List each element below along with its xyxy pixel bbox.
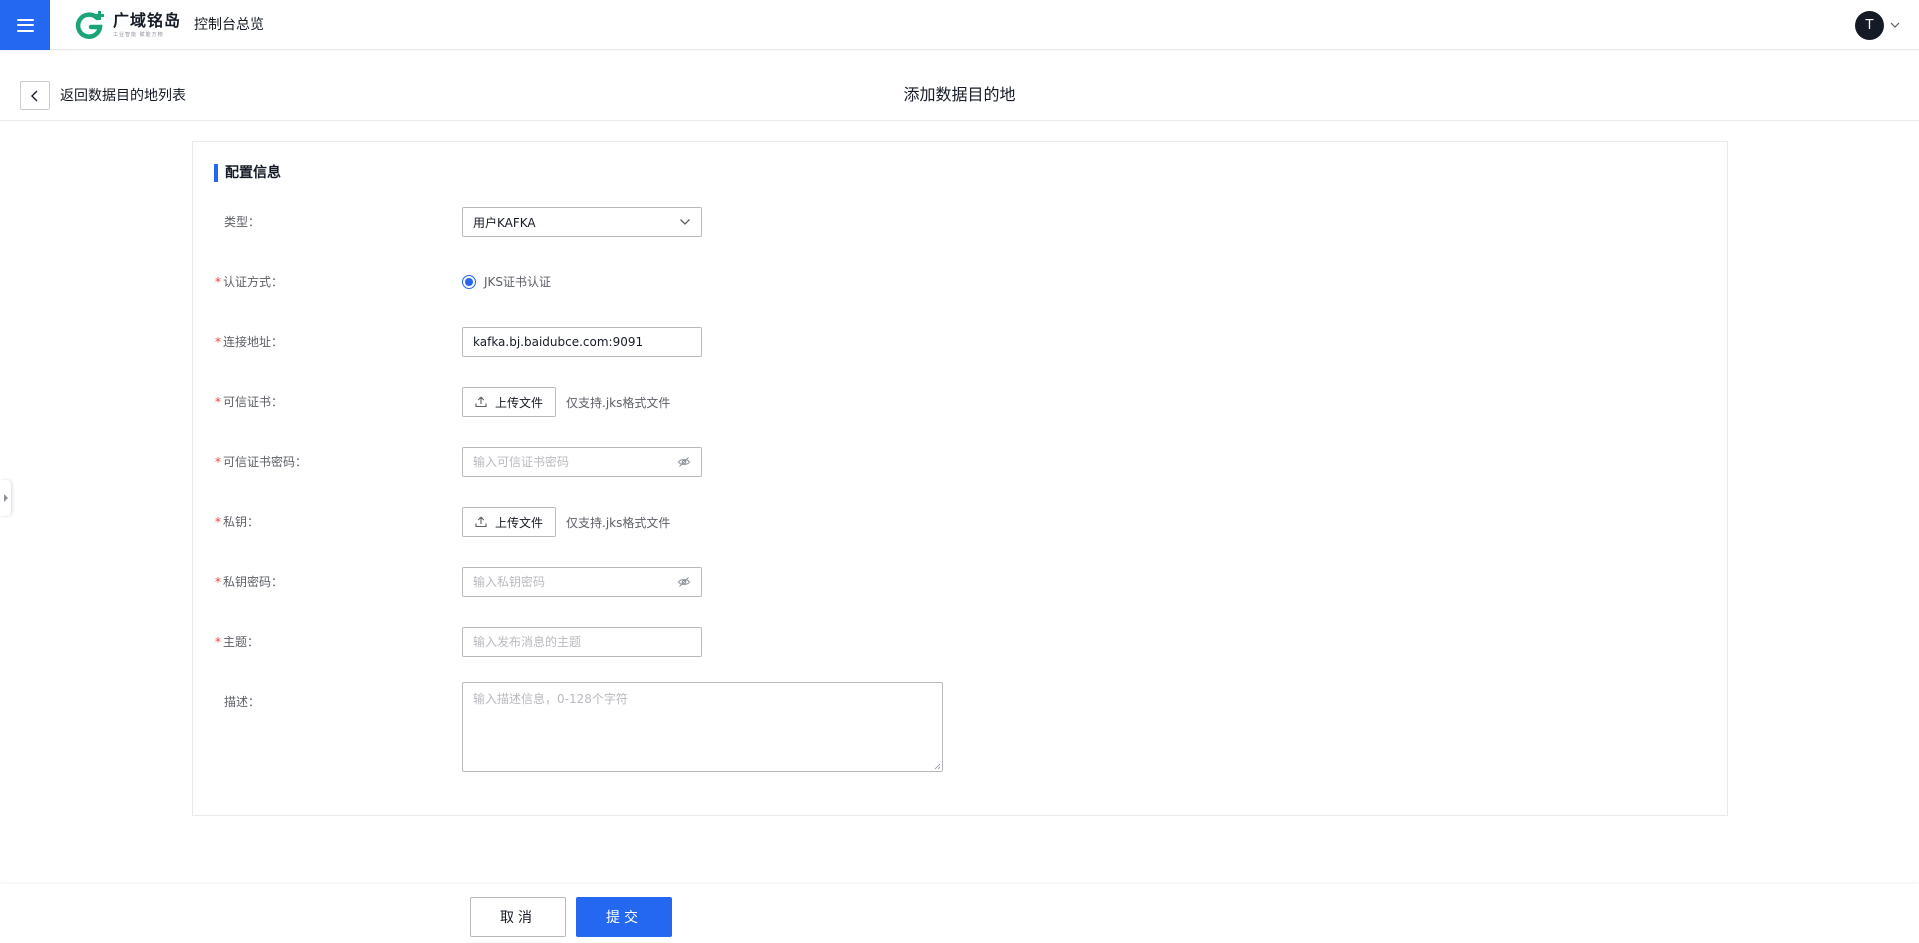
private-key-password-field[interactable] — [473, 575, 671, 589]
address-field-wrap — [462, 327, 702, 357]
type-select[interactable]: 用户KAFKA — [462, 207, 702, 237]
upload-icon — [475, 396, 487, 408]
auth-option-label: JKS证书认证 — [484, 275, 552, 289]
upload-button-label: 上传文件 — [494, 515, 543, 530]
eye-off-icon[interactable] — [677, 455, 691, 469]
brand-logo[interactable]: 广域铭岛 工业智能 赋能万物 — [75, 9, 181, 41]
address-input[interactable] — [462, 327, 702, 357]
top-bar: 广域铭岛 工业智能 赋能万物 控制台总览 T — [0, 0, 1919, 50]
topic-field-wrap — [462, 627, 702, 657]
private-key-hint: 仅支持.jks格式文件 — [566, 515, 671, 530]
private-key-label: * 私钥： — [215, 515, 260, 529]
private-key-upload: 上传文件 仅支持.jks格式文件 — [462, 507, 670, 537]
footer-bar: 取消 提交 — [0, 884, 1919, 943]
type-select-value: 用户KAFKA — [473, 215, 536, 230]
trust-cert-label: * 可信证书： — [215, 395, 284, 409]
trust-cert-upload: 上传文件 仅支持.jks格式文件 — [462, 387, 670, 417]
logo-icon — [75, 11, 104, 39]
resize-grip-icon[interactable] — [933, 762, 941, 770]
trust-cert-hint: 仅支持.jks格式文件 — [566, 395, 671, 410]
topic-label: * 主题： — [215, 635, 260, 649]
private-key-password-wrap — [462, 567, 702, 597]
type-label: 类型： — [224, 215, 261, 229]
menu-button[interactable] — [0, 0, 50, 50]
description-label: 描述： — [224, 695, 261, 709]
type-select-wrap: 用户KAFKA — [462, 207, 702, 237]
private-key-upload-button[interactable]: 上传文件 — [462, 507, 556, 537]
upload-button-label: 上传文件 — [494, 395, 543, 410]
topic-input[interactable] — [462, 627, 702, 657]
sidebar-toggle[interactable] — [0, 480, 11, 516]
topic-field[interactable] — [473, 635, 691, 649]
menu-icon — [16, 18, 34, 32]
address-label: * 连接地址： — [215, 335, 284, 349]
description-textarea[interactable] — [462, 682, 943, 772]
collapse-arrow-icon — [3, 494, 8, 502]
eye-off-icon[interactable] — [677, 575, 691, 589]
description-wrap — [462, 682, 943, 772]
trust-cert-password-label: * 可信证书密码： — [215, 455, 308, 469]
avatar[interactable]: T — [1855, 11, 1884, 40]
private-key-password-label: * 私钥密码： — [215, 575, 284, 589]
config-card: 配置信息 类型： 用户KAFKA *认证方式： JKS证书认证 *连接地址： — [192, 141, 1728, 816]
auth-radio-jks[interactable]: JKS证书认证 — [462, 273, 551, 290]
trust-cert-password-wrap — [462, 447, 702, 477]
trust-cert-password-field[interactable] — [473, 455, 671, 469]
address-field[interactable] — [473, 335, 691, 349]
trust-cert-upload-button[interactable]: 上传文件 — [462, 387, 556, 417]
submit-button[interactable]: 提交 — [576, 897, 672, 937]
auth-label: * 认证方式： — [215, 275, 284, 289]
chevron-down-icon[interactable] — [1889, 19, 1901, 31]
private-key-password-input[interactable] — [462, 567, 702, 597]
cancel-button[interactable]: 取消 — [470, 897, 566, 937]
trust-cert-password-input[interactable] — [462, 447, 702, 477]
console-overview-link[interactable]: 控制台总览 — [194, 16, 264, 34]
upload-icon — [475, 516, 487, 528]
radio-selected-icon — [462, 274, 476, 289]
brand-name: 广域铭岛 — [113, 11, 182, 30]
brand-slogan: 工业智能 赋能万物 — [113, 32, 164, 38]
chevron-down-icon — [680, 219, 690, 225]
auth-radio-group: JKS证书认证 — [462, 273, 551, 290]
page-title: 添加数据目的地 — [903, 85, 1016, 104]
section-title: 配置信息 — [214, 163, 281, 183]
description-field[interactable] — [463, 683, 942, 771]
page-header: 返回数据目的地列表 添加数据目的地 — [0, 51, 1919, 121]
